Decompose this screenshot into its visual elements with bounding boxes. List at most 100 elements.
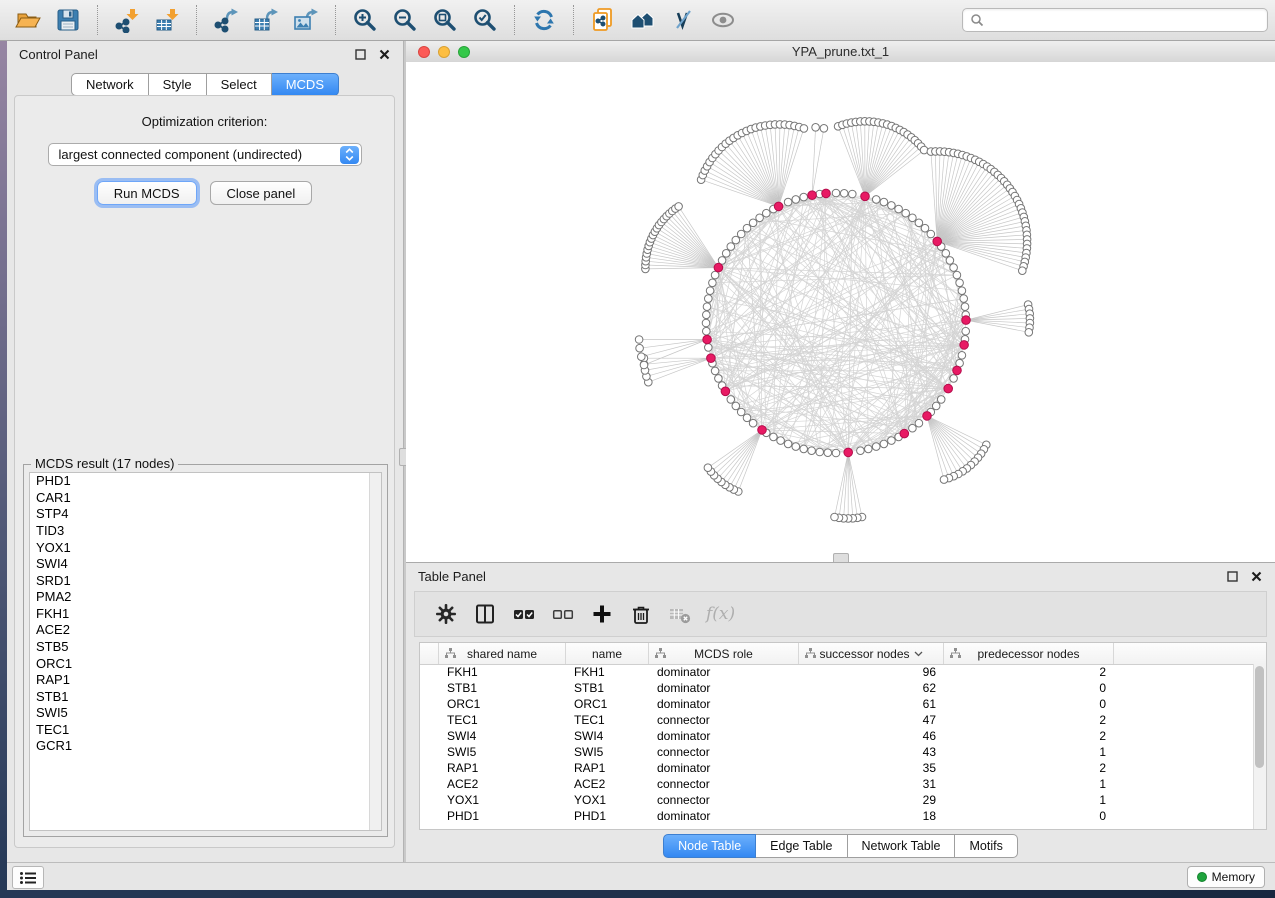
add-row-icon[interactable]	[585, 599, 619, 629]
cell: SWI5	[566, 745, 649, 759]
table-row[interactable]: SWI4SWI4dominator462	[420, 728, 1254, 744]
zoom-selected-icon[interactable]	[468, 3, 502, 37]
column-header-predecessor-nodes[interactable]: predecessor nodes	[944, 643, 1114, 664]
delete-table-icon[interactable]	[663, 599, 697, 629]
refresh-icon[interactable]	[527, 3, 561, 37]
mcds-result-item[interactable]: TID3	[30, 523, 381, 540]
show-all-icon[interactable]	[626, 3, 660, 37]
run-mcds-button[interactable]: Run MCDS	[97, 181, 197, 205]
table-tab-edge-table[interactable]: Edge Table	[756, 834, 847, 858]
minimize-window-icon[interactable]	[438, 46, 450, 58]
column-header-name[interactable]: name	[566, 643, 649, 664]
cell: 62	[799, 681, 944, 695]
float-panel-icon[interactable]	[1223, 567, 1241, 585]
float-panel-icon[interactable]	[351, 45, 369, 63]
mcds-result-item[interactable]: CAR1	[30, 490, 381, 507]
cell: ORC1	[566, 697, 649, 711]
mcds-result-item[interactable]: RAP1	[30, 672, 381, 689]
search-input[interactable]	[984, 10, 1267, 30]
table-header-row: shared namenameMCDS rolesuccessor nodesp…	[420, 643, 1266, 665]
mcds-result-item[interactable]: GCR1	[30, 738, 381, 755]
table-panel: Table Panel f(x) shared namenameMCDS rol…	[406, 562, 1275, 862]
mcds-result-list[interactable]: PHD1CAR1STP4TID3YOX1SWI4SRD1PMA2FKH1ACE2…	[29, 472, 382, 831]
close-window-icon[interactable]	[418, 46, 430, 58]
show-panels-button[interactable]	[12, 866, 44, 889]
deselect-all-icon[interactable]	[546, 599, 580, 629]
clone-network-icon[interactable]	[586, 3, 620, 37]
search-field[interactable]	[962, 8, 1268, 32]
cell: RAP1	[439, 761, 566, 775]
table-scrollbar[interactable]	[1253, 664, 1266, 829]
maximize-window-icon[interactable]	[458, 46, 470, 58]
close-panel-button[interactable]: Close panel	[210, 181, 313, 205]
table-row[interactable]: YOX1YOX1connector291	[420, 792, 1254, 808]
mcds-result-item[interactable]: SRD1	[30, 572, 381, 589]
tab-style[interactable]: Style	[149, 73, 207, 96]
mcds-result-item[interactable]: TEC1	[30, 722, 381, 739]
mcds-result-item[interactable]: YOX1	[30, 539, 381, 556]
table-tab-network-table[interactable]: Network Table	[848, 834, 956, 858]
table-tab-motifs[interactable]: Motifs	[955, 834, 1017, 858]
mcds-list-scrollbar[interactable]	[369, 473, 381, 830]
table-row[interactable]: FKH1FKH1dominator962	[420, 664, 1254, 680]
show-columns-icon[interactable]	[468, 599, 502, 629]
tab-select[interactable]: Select	[207, 73, 272, 96]
export-network-icon[interactable]	[209, 3, 243, 37]
table-row[interactable]: TEC1TEC1connector472	[420, 712, 1254, 728]
column-header-successor-nodes[interactable]: successor nodes	[799, 643, 944, 664]
cell: 47	[799, 713, 944, 727]
toolbar-separator	[573, 5, 574, 35]
export-image-icon[interactable]	[289, 3, 323, 37]
table-row[interactable]: ACE2ACE2connector311	[420, 776, 1254, 792]
open-session-icon[interactable]	[11, 3, 45, 37]
mcds-result-item[interactable]: PHD1	[30, 473, 381, 490]
criterion-dropdown[interactable]: largest connected component (undirected)	[48, 143, 362, 166]
export-table-icon[interactable]	[249, 3, 283, 37]
delete-row-icon[interactable]	[624, 599, 658, 629]
mcds-result-item[interactable]: STB5	[30, 639, 381, 656]
cell: connector	[649, 777, 799, 791]
hide-graphics-details-icon[interactable]	[666, 3, 700, 37]
cell: connector	[649, 793, 799, 807]
node-table[interactable]: shared namenameMCDS rolesuccessor nodesp…	[419, 642, 1267, 830]
mcds-result-item[interactable]: FKH1	[30, 606, 381, 623]
network-graph[interactable]	[406, 62, 1275, 562]
show-graphics-details-icon[interactable]	[706, 3, 740, 37]
select-all-icon[interactable]	[507, 599, 541, 629]
tab-mcds[interactable]: MCDS	[272, 73, 339, 96]
mcds-result-item[interactable]: ACE2	[30, 622, 381, 639]
close-panel-icon[interactable]	[1247, 567, 1265, 585]
mcds-result-item[interactable]: PMA2	[30, 589, 381, 606]
function-builder-icon[interactable]: f(x)	[706, 604, 735, 624]
mcds-result-item[interactable]: SWI5	[30, 705, 381, 722]
table-row[interactable]: RAP1RAP1dominator352	[420, 760, 1254, 776]
table-row[interactable]: ORC1ORC1dominator610	[420, 696, 1254, 712]
tab-network[interactable]: Network	[71, 73, 149, 96]
network-canvas[interactable]	[406, 62, 1275, 562]
network-window-titlebar[interactable]: YPA_prune.txt_1	[406, 41, 1275, 63]
table-tab-node-table[interactable]: Node Table	[663, 834, 756, 858]
zoom-in-icon[interactable]	[348, 3, 382, 37]
mcds-result-item[interactable]: STB1	[30, 689, 381, 706]
table-settings-icon[interactable]	[429, 599, 463, 629]
cell: 61	[799, 697, 944, 711]
zoom-out-icon[interactable]	[388, 3, 422, 37]
column-header-shared-name[interactable]: shared name	[439, 643, 566, 664]
table-scrollbar-thumb[interactable]	[1255, 666, 1264, 768]
table-row[interactable]: PHD1PHD1dominator180	[420, 808, 1254, 824]
column-header-MCDS-role[interactable]: MCDS role	[649, 643, 799, 664]
import-table-icon[interactable]	[150, 3, 184, 37]
mcds-result-item[interactable]: STP4	[30, 506, 381, 523]
save-session-icon[interactable]	[51, 3, 85, 37]
import-network-icon[interactable]	[110, 3, 144, 37]
cell: 2	[944, 761, 1114, 775]
close-panel-icon[interactable]	[375, 45, 393, 63]
cell: SWI4	[566, 729, 649, 743]
table-row[interactable]: STB1STB1dominator620	[420, 680, 1254, 696]
memory-button[interactable]: Memory	[1187, 866, 1265, 888]
zoom-fit-icon[interactable]	[428, 3, 462, 37]
network-view-window: YPA_prune.txt_1	[406, 41, 1275, 562]
mcds-result-item[interactable]: SWI4	[30, 556, 381, 573]
table-row[interactable]: SWI5SWI5connector431	[420, 744, 1254, 760]
mcds-result-item[interactable]: ORC1	[30, 655, 381, 672]
